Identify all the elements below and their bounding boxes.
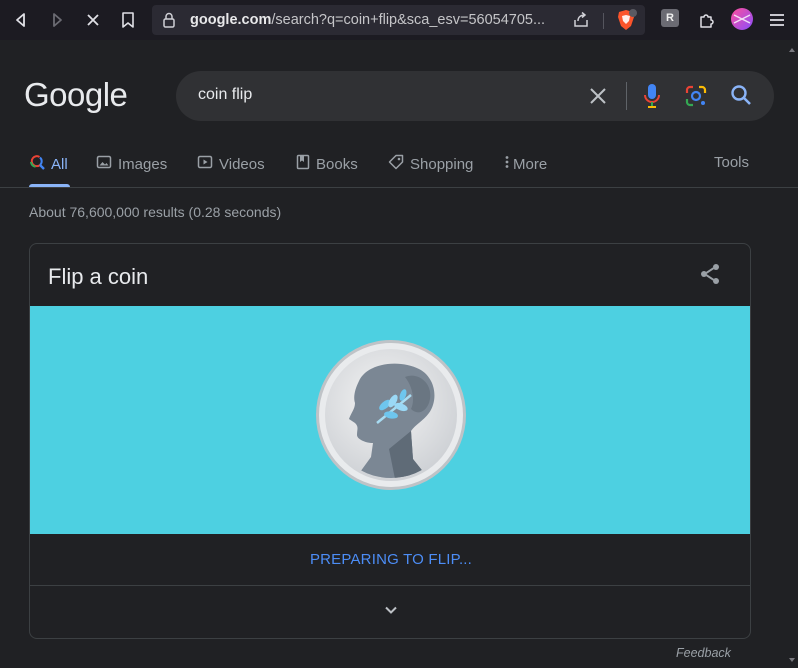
tab-label: All bbox=[51, 155, 68, 173]
google-logo[interactable]: Google bbox=[24, 76, 128, 114]
book-icon bbox=[296, 154, 310, 174]
tag-icon bbox=[388, 154, 404, 174]
tab-images[interactable]: Images bbox=[96, 154, 167, 174]
stop-icon[interactable] bbox=[82, 9, 104, 31]
feedback-link[interactable]: Feedback bbox=[676, 646, 731, 660]
profile-icon[interactable] bbox=[729, 6, 755, 32]
extension-r-icon[interactable]: R bbox=[661, 9, 679, 27]
browser-toolbar: google.com/search?q=coin+flip&sca_esv=56… bbox=[0, 0, 798, 40]
url-separator bbox=[603, 13, 604, 29]
tab-label: Books bbox=[316, 155, 358, 173]
tools-button[interactable]: Tools bbox=[714, 154, 749, 171]
address-bar[interactable]: google.com/search?q=coin+flip&sca_esv=56… bbox=[152, 5, 645, 35]
lens-search-icon[interactable] bbox=[684, 84, 708, 113]
coin-flip-card: Flip a coin PREPARING TO FLIP... bbox=[29, 243, 751, 639]
search-box[interactable]: coin flip bbox=[176, 71, 774, 121]
search-icon bbox=[29, 154, 45, 174]
extension-letter: R bbox=[666, 12, 674, 24]
tab-all[interactable]: All bbox=[29, 154, 68, 174]
url-path: /search?q=coin+flip&sca_esv=56054705... bbox=[271, 12, 546, 28]
video-icon bbox=[197, 154, 213, 174]
tab-label: More bbox=[513, 155, 548, 173]
tab-videos[interactable]: Videos bbox=[197, 154, 265, 174]
share-page-icon[interactable] bbox=[572, 11, 590, 34]
coin-image[interactable] bbox=[315, 339, 467, 491]
lock-icon[interactable] bbox=[162, 12, 176, 33]
forward-icon[interactable] bbox=[46, 9, 68, 31]
back-icon[interactable] bbox=[10, 9, 32, 31]
more-vertical-icon bbox=[504, 154, 510, 174]
scrollbar[interactable] bbox=[786, 40, 798, 668]
search-box-divider bbox=[626, 82, 627, 110]
tab-more[interactable]: More bbox=[504, 154, 547, 174]
chevron-down-icon[interactable] bbox=[381, 600, 401, 625]
url-host: google.com bbox=[190, 12, 272, 28]
clear-search-icon[interactable] bbox=[588, 86, 608, 111]
tab-label: Videos bbox=[219, 155, 265, 173]
image-icon bbox=[96, 154, 112, 174]
search-tabs: All Images Videos Books Shopping More To… bbox=[0, 150, 798, 188]
search-icon[interactable] bbox=[730, 84, 752, 111]
bookmark-icon[interactable] bbox=[117, 9, 139, 31]
extensions-puzzle-icon[interactable] bbox=[696, 9, 718, 31]
result-stats: About 76,600,000 results (0.28 seconds) bbox=[29, 204, 282, 220]
tabs-divider bbox=[0, 187, 798, 188]
voice-search-icon[interactable] bbox=[642, 83, 662, 114]
tab-label: Shopping bbox=[410, 155, 474, 173]
menu-icon[interactable] bbox=[766, 9, 788, 31]
tools-label: Tools bbox=[714, 154, 750, 171]
flip-status-row: PREPARING TO FLIP... bbox=[30, 534, 750, 586]
coin-display-area[interactable] bbox=[30, 306, 750, 534]
share-icon[interactable] bbox=[698, 262, 722, 291]
search-input[interactable]: coin flip bbox=[198, 86, 252, 104]
tab-shopping[interactable]: Shopping bbox=[388, 154, 473, 174]
brave-shield-icon[interactable] bbox=[615, 9, 637, 36]
flip-status: PREPARING TO FLIP... bbox=[309, 551, 473, 568]
url-text[interactable]: google.com/search?q=coin+flip&sca_esv=56… bbox=[190, 12, 562, 28]
tab-label: Images bbox=[118, 155, 168, 173]
tab-books[interactable]: Books bbox=[296, 154, 358, 174]
card-title: Flip a coin bbox=[48, 264, 149, 289]
